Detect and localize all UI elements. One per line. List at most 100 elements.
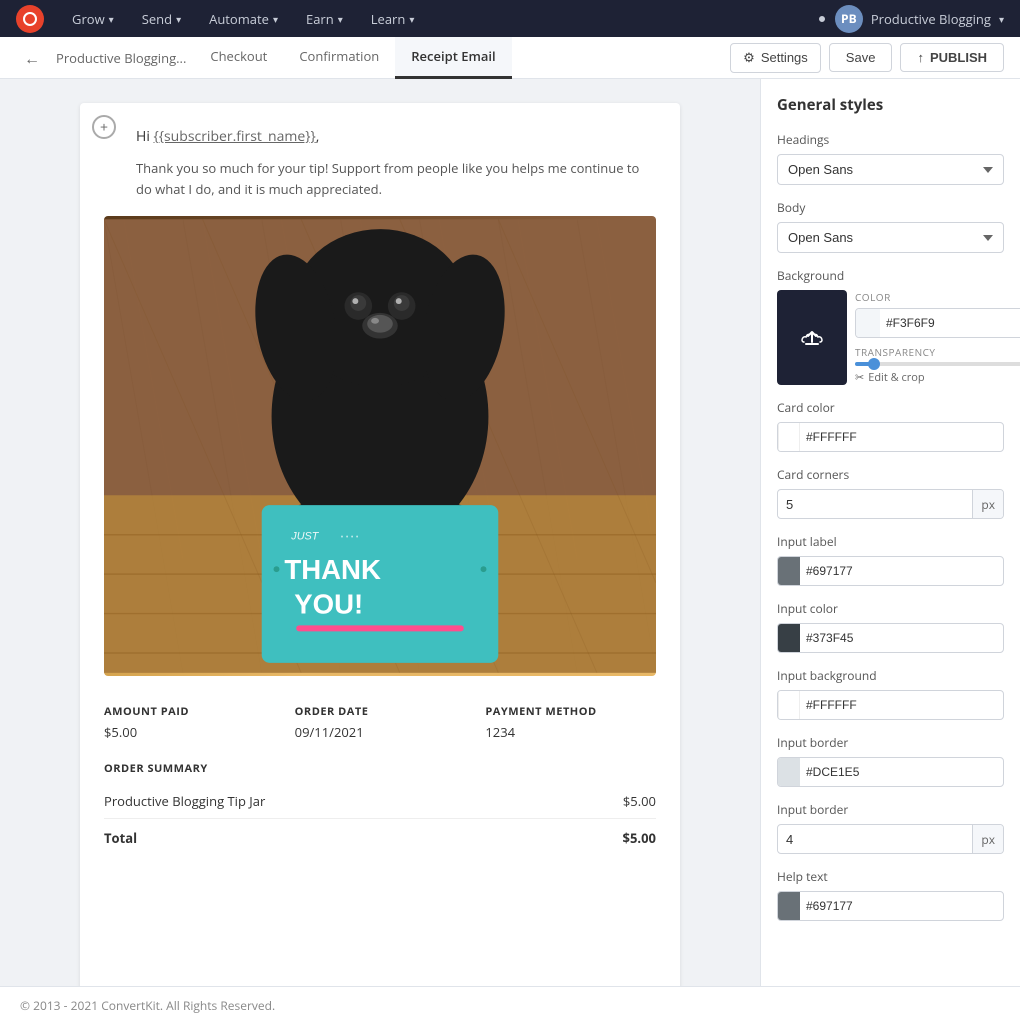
svg-text:JUST: JUST — [290, 530, 319, 542]
input-border-swatch[interactable] — [778, 757, 800, 787]
tab-checkout[interactable]: Checkout — [194, 37, 283, 79]
user-chevron-icon: ▾ — [999, 12, 1004, 26]
input-border-section: Input border — [777, 734, 1004, 787]
input-color-swatch[interactable] — [778, 623, 800, 653]
help-text-section: Help text — [777, 868, 1004, 921]
card-color-hex-input[interactable] — [800, 426, 1003, 448]
card-corners-section: Card corners px — [777, 466, 1004, 519]
input-border2-section: Input border px — [777, 801, 1004, 854]
transparency-slider[interactable] — [855, 362, 1020, 366]
input-background-section: Input background — [777, 667, 1004, 720]
chevron-down-icon: ▾ — [109, 12, 114, 26]
tab-receipt-email[interactable]: Receipt Email — [395, 37, 511, 79]
input-color-input — [777, 623, 1004, 653]
card-color-label: Card color — [777, 399, 1004, 416]
transparency-row: TRANSPARENCY 7% — [855, 344, 1020, 359]
body-font-label: Body — [777, 199, 1004, 216]
nav-item-learn[interactable]: Learn ▾ — [359, 0, 427, 37]
input-bg-label: Input background — [777, 667, 1004, 684]
bg-color-swatch[interactable] — [856, 309, 880, 337]
card-corners-input: px — [777, 489, 1004, 519]
email-body: Thank you so much for your tip! Support … — [136, 158, 656, 200]
chevron-down-icon: ▾ — [338, 12, 343, 26]
user-name[interactable]: Productive Blogging — [871, 10, 991, 28]
avatar: PB — [835, 5, 863, 33]
order-detail-date: ORDER DATE 09/11/2021 — [295, 704, 466, 741]
card-color-input — [777, 422, 1004, 452]
order-total: Total $5.00 — [104, 819, 656, 857]
help-text-color-input — [777, 891, 1004, 921]
nav-left: Grow ▾ Send ▾ Automate ▾ Earn ▾ Learn ▾ — [16, 0, 426, 37]
thank-you-svg: JUST • • • • THANK YOU! — [104, 216, 656, 676]
nav-item-send[interactable]: Send ▾ — [130, 0, 193, 37]
footer-text: © 2013 - 2021 ConvertKit. All Rights Res… — [20, 997, 275, 1014]
publish-icon: ↑ — [917, 50, 924, 65]
input-border2-input: px — [777, 824, 1004, 854]
notification-dot — [817, 14, 827, 24]
svg-text:THANK: THANK — [284, 554, 381, 585]
help-text-swatch[interactable] — [778, 891, 800, 921]
input-label-swatch[interactable] — [778, 556, 800, 586]
input-label-hex-input[interactable] — [800, 560, 1003, 582]
card-corners-value-input[interactable] — [778, 493, 972, 516]
nav-item-grow[interactable]: Grow ▾ — [60, 0, 126, 37]
input-border-color-input — [777, 757, 1004, 787]
nav-item-automate[interactable]: Automate ▾ — [197, 0, 290, 37]
help-text-hex-input[interactable] — [800, 895, 1003, 917]
top-nav: Grow ▾ Send ▾ Automate ▾ Earn ▾ Learn ▾ … — [0, 0, 1020, 37]
logo-icon — [23, 12, 37, 26]
input-border2-label: Input border — [777, 801, 1004, 818]
back-button[interactable]: ← — [16, 47, 48, 69]
headings-label: Headings — [777, 131, 1004, 148]
input-border-hex-input[interactable] — [800, 761, 1003, 783]
svg-text:YOU!: YOU! — [294, 588, 363, 619]
bg-color-section: COLOR TRANSPARENCY 7% ✂ Edit — [855, 290, 1020, 385]
subnav-right: ⚙ Settings Save ↑ PUBLISH — [730, 43, 1004, 73]
body-section: Body Open Sans — [777, 199, 1004, 253]
right-panel: General styles Headings Open Sans Body O… — [760, 79, 1020, 1024]
panel-title: General styles — [777, 95, 1004, 115]
main-layout: + Hi {{subscriber.first_name}}, Thank yo… — [0, 79, 1020, 1024]
save-button[interactable]: Save — [829, 43, 893, 72]
bg-color-hex-input[interactable] — [880, 312, 1020, 334]
email-greeting: Hi {{subscriber.first_name}}, — [136, 127, 656, 146]
order-detail-amount: AMOUNT PAID $5.00 — [104, 704, 275, 741]
input-bg-swatch[interactable] — [778, 690, 800, 720]
svg-text:• • • •: • • • • — [341, 532, 359, 542]
chevron-down-icon: ▾ — [273, 12, 278, 26]
input-bg-color-input — [777, 690, 1004, 720]
input-color-hex-input[interactable] — [800, 627, 1003, 649]
input-bg-hex-input[interactable] — [800, 694, 1003, 716]
order-line-item: Productive Blogging Tip Jar $5.00 — [104, 784, 656, 819]
card-color-section: Card color — [777, 399, 1004, 452]
logo[interactable] — [16, 5, 44, 33]
upload-cloud-icon — [800, 328, 824, 348]
settings-button[interactable]: ⚙ Settings — [730, 43, 821, 73]
publish-button[interactable]: ↑ PUBLISH — [900, 43, 1004, 72]
help-text-label: Help text — [777, 868, 1004, 885]
subscriber-firstname-tag: {{subscriber.first_name}} — [154, 127, 316, 146]
order-detail-payment: PAYMENT METHOD 1234 — [485, 704, 656, 741]
tab-confirmation[interactable]: Confirmation — [283, 37, 395, 79]
edit-crop-button[interactable]: ✂ Edit & crop — [855, 370, 1020, 385]
order-summary: ORDER SUMMARY Productive Blogging Tip Ja… — [104, 761, 656, 857]
body-font-select[interactable]: Open Sans — [777, 222, 1004, 253]
thank-you-image: JUST • • • • THANK YOU! — [104, 216, 656, 676]
bg-image-upload[interactable] — [777, 290, 847, 385]
order-details: AMOUNT PAID $5.00 ORDER DATE 09/11/2021 … — [104, 696, 656, 741]
nav-item-earn[interactable]: Earn ▾ — [294, 0, 355, 37]
input-border-label: Input border — [777, 734, 1004, 751]
nav-right: PB Productive Blogging ▾ — [817, 5, 1004, 33]
sub-nav: ← Productive Blogging... Checkout Confir… — [0, 37, 1020, 79]
headings-section: Headings Open Sans — [777, 131, 1004, 185]
input-border2-value-input[interactable] — [778, 828, 972, 851]
center-area: + Hi {{subscriber.first_name}}, Thank yo… — [0, 79, 760, 1024]
crop-icon: ✂ — [855, 370, 864, 385]
settings-icon: ⚙ — [743, 50, 755, 66]
input-color-section: Input color — [777, 600, 1004, 653]
breadcrumb: Productive Blogging... — [48, 49, 194, 67]
background-label: Background — [777, 267, 1004, 284]
card-color-swatch[interactable] — [778, 422, 800, 452]
add-block-button[interactable]: + — [92, 115, 116, 139]
headings-font-select[interactable]: Open Sans — [777, 154, 1004, 185]
